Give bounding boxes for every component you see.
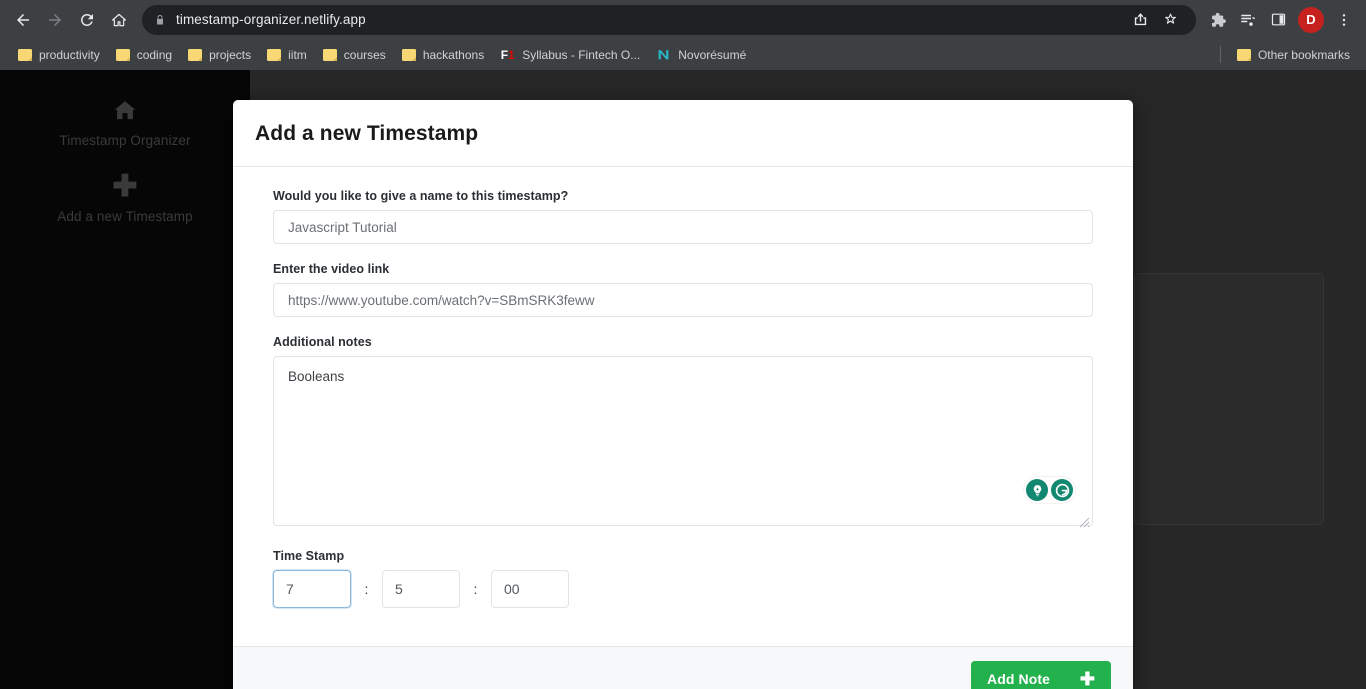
- other-bookmarks-container: Other bookmarks: [1219, 39, 1358, 70]
- side-panel-button[interactable]: [1264, 6, 1292, 34]
- notes-textarea[interactable]: [273, 356, 1093, 526]
- reload-icon: [80, 13, 93, 26]
- reading-list-icon: [1241, 14, 1255, 26]
- browser-toolbar: timestamp-organizer.netlify.app D: [0, 0, 1366, 39]
- bookmark-coding[interactable]: coding: [108, 45, 180, 65]
- field-name: Would you like to give a name to this ti…: [273, 189, 1093, 244]
- bookmark-novoresume[interactable]: Novorésumé: [648, 45, 754, 65]
- address-bar[interactable]: timestamp-organizer.netlify.app: [142, 4, 1196, 35]
- bookmark-projects[interactable]: projects: [180, 45, 259, 65]
- add-timestamp-modal: Add a new Timestamp Would you like to gi…: [233, 100, 1133, 689]
- video-link-field-label: Enter the video link: [273, 262, 390, 276]
- modal-footer: Add Note ✚: [233, 646, 1133, 689]
- bookmark-label: coding: [136, 47, 173, 62]
- back-arrow-icon: [17, 13, 29, 26]
- folder-icon: [401, 48, 416, 61]
- browser-window: timestamp-organizer.netlify.app D produc…: [0, 0, 1366, 689]
- timestamp-separator: :: [364, 581, 369, 597]
- home-icon: [112, 13, 126, 26]
- bookmark-courses[interactable]: courses: [315, 45, 394, 65]
- modal-body: Would you like to give a name to this ti…: [233, 167, 1133, 646]
- forward-arrow-icon: [49, 13, 61, 26]
- notes-field-label: Additional notes: [273, 335, 372, 349]
- bookmark-label: productivity: [39, 47, 100, 62]
- folder-icon: [18, 48, 32, 61]
- timestamp-hours-input[interactable]: [273, 570, 351, 608]
- bookmark-label: projects: [209, 47, 252, 62]
- grammarly-widget[interactable]: [1024, 477, 1075, 503]
- other-bookmarks-button[interactable]: Other bookmarks: [1229, 45, 1358, 65]
- f1-favicon-icon: F1: [500, 47, 515, 62]
- extensions-button[interactable]: [1204, 6, 1232, 34]
- name-input[interactable]: [273, 210, 1093, 244]
- bookmark-label: Novorésumé: [678, 47, 747, 62]
- puzzle-piece-icon: [1212, 12, 1226, 27]
- notes-wrapper: [273, 356, 1093, 531]
- chrome-menu-button[interactable]: [1330, 6, 1358, 34]
- plus-icon: ✚: [1079, 669, 1095, 689]
- timestamp-field-label: Time Stamp: [273, 549, 345, 563]
- add-note-button-label: Add Note: [987, 671, 1051, 687]
- field-additional-notes: Additional notes: [273, 335, 1093, 531]
- address-bar-url: timestamp-organizer.netlify.app: [176, 12, 366, 27]
- bookmark-star-icon[interactable]: [1156, 6, 1184, 34]
- novoresume-favicon-icon: [656, 48, 671, 61]
- back-button[interactable]: [8, 5, 38, 35]
- name-field-label: Would you like to give a name to this ti…: [273, 189, 569, 203]
- timestamp-seconds-input[interactable]: [491, 570, 569, 608]
- forward-button[interactable]: [40, 5, 70, 35]
- other-bookmarks-label: Other bookmarks: [1257, 47, 1350, 62]
- add-note-button[interactable]: Add Note ✚: [971, 661, 1111, 689]
- timestamp-separator: :: [473, 581, 478, 597]
- bookmark-hackathons[interactable]: hackathons: [394, 45, 492, 65]
- folder-icon: [1236, 48, 1251, 61]
- grammarly-icon[interactable]: [1051, 479, 1073, 501]
- side-panel-icon: [1271, 13, 1285, 26]
- timestamp-inputs-row: : :: [273, 570, 1093, 608]
- bookmark-productivity[interactable]: productivity: [10, 45, 108, 65]
- reload-button[interactable]: [72, 5, 102, 35]
- lightbulb-icon[interactable]: [1026, 479, 1048, 501]
- modal-backdrop[interactable]: Add a new Timestamp Would you like to gi…: [0, 70, 1366, 689]
- folder-icon: [267, 48, 282, 61]
- modal-title: Add a new Timestamp: [255, 122, 479, 145]
- bookmark-iitm[interactable]: iitm: [259, 45, 315, 65]
- reading-list-button[interactable]: [1234, 6, 1262, 34]
- field-video-link: Enter the video link: [273, 262, 1093, 317]
- home-button[interactable]: [104, 5, 134, 35]
- folder-icon: [188, 48, 203, 61]
- bookmark-syllabus-fintech[interactable]: F1 Syllabus - Fintech O...: [492, 45, 648, 65]
- field-timestamp: Time Stamp : :: [273, 549, 1093, 608]
- folder-icon: [322, 48, 337, 61]
- bookmarks-divider: [1219, 46, 1221, 63]
- bookmark-label: Syllabus - Fintech O...: [522, 47, 641, 62]
- lock-icon: [154, 13, 166, 27]
- bookmark-label: courses: [343, 47, 386, 62]
- bookmarks-bar: productivity coding projects iitm course…: [0, 39, 1366, 70]
- bookmark-label: hackathons: [422, 47, 485, 62]
- timestamp-minutes-input[interactable]: [382, 570, 460, 608]
- folder-icon: [115, 48, 130, 61]
- three-dot-menu-icon: [1342, 13, 1346, 26]
- video-link-input[interactable]: [273, 283, 1093, 317]
- profile-avatar[interactable]: D: [1298, 6, 1324, 33]
- bookmark-label: iitm: [288, 47, 307, 62]
- modal-header: Add a new Timestamp: [233, 100, 1133, 167]
- share-icon[interactable]: [1126, 6, 1154, 34]
